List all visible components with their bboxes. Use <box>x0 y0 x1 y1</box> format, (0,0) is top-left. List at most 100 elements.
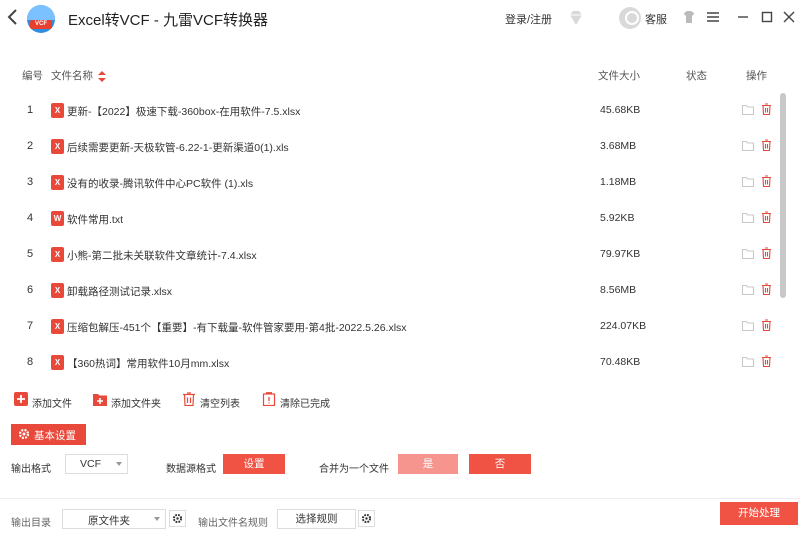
data-source-settings-button[interactable]: 设置 <box>223 454 285 474</box>
menu-icon[interactable] <box>704 8 722 26</box>
folder-open-icon[interactable] <box>742 284 754 295</box>
gear-icon <box>172 513 183 524</box>
table-row[interactable]: 4 W 软件常用.txt 5.92KB <box>0 201 780 237</box>
output-dir-select[interactable]: 原文件夹 <box>62 509 166 529</box>
row-filesize: 79.97KB <box>600 248 641 260</box>
logo-sky <box>27 5 55 20</box>
header-index: 编号 <box>22 70 43 82</box>
back-button[interactable] <box>4 7 22 29</box>
output-dir-settings-button[interactable] <box>169 510 186 527</box>
rule-settings-button[interactable] <box>358 510 375 527</box>
chevron-down-icon <box>116 462 122 466</box>
row-filename: 【360热词】常用软件10月mm.xlsx <box>67 358 230 370</box>
file-table-header: 编号 文件名称 文件大小 状态 操作 <box>0 62 800 86</box>
list-scrollbar[interactable] <box>780 93 786 298</box>
row-filename: 小熊-第二批未关联软件文章统计-7.4.xlsx <box>67 250 257 262</box>
folder-open-icon[interactable] <box>742 140 754 151</box>
minimize-icon[interactable] <box>734 8 752 26</box>
excel-file-icon: X <box>51 355 64 370</box>
service-avatar-icon[interactable] <box>619 7 641 29</box>
row-filename: 没有的收录-腾讯软件中心PC软件 (1).xls <box>67 178 254 190</box>
title-bar: VCF Excel转VCF - 九雷VCF转换器 登录/注册 客服 <box>0 0 800 38</box>
close-icon[interactable] <box>780 8 798 26</box>
folder-open-icon[interactable] <box>742 176 754 187</box>
divider <box>0 498 800 499</box>
excel-file-icon: X <box>51 319 64 334</box>
header-filename-label: 文件名称 <box>51 70 93 82</box>
row-filename: 卸载路径测试记录.xlsx <box>67 286 172 298</box>
output-format-label: 输出格式 <box>11 464 51 475</box>
add-folder-button[interactable]: 添加文件夹 <box>93 391 163 411</box>
merge-yes-button[interactable]: 是 <box>398 454 458 474</box>
table-row[interactable]: 7 X 压缩包解压-451个【重要】-有下载量-软件管家要用-第4批-2022.… <box>0 309 780 345</box>
trash-icon[interactable] <box>761 103 772 115</box>
row-filename: 后续需要更新-天极软管-6.22-1-更新渠道0(1).xls <box>67 142 289 154</box>
table-row[interactable]: 3 X 没有的收录-腾讯软件中心PC软件 (1).xls 1.18MB <box>0 165 780 201</box>
folder-open-icon[interactable] <box>742 212 754 223</box>
trash-icon[interactable] <box>761 175 772 187</box>
add-folder-icon <box>93 394 107 406</box>
row-filesize: 45.68KB <box>600 104 641 116</box>
table-row[interactable]: 5 X 小熊-第二批未关联软件文章统计-7.4.xlsx 79.97KB <box>0 237 780 273</box>
table-row[interactable]: 1 X 更新-【2022】极速下载-360box-在用软件-7.5.xlsx 4… <box>0 93 780 129</box>
clear-completed-icon <box>262 392 276 406</box>
add-file-button[interactable]: 添加文件 <box>14 391 74 411</box>
output-format-select[interactable]: VCF <box>65 454 128 474</box>
logo-tag: VCF <box>30 20 52 29</box>
text-file-icon: W <box>51 211 64 226</box>
customer-service-link[interactable]: 客服 <box>645 11 667 27</box>
row-index: 1 <box>27 104 34 116</box>
row-index: 6 <box>27 284 34 296</box>
row-index: 5 <box>27 248 34 260</box>
app-logo: VCF <box>27 5 55 33</box>
add-file-label: 添加文件 <box>32 399 72 410</box>
select-rule-button[interactable]: 选择规则 <box>277 509 356 529</box>
add-file-icon <box>14 392 28 406</box>
clear-completed-button[interactable]: 清除已完成 <box>262 391 332 411</box>
row-filename: 更新-【2022】极速下载-360box-在用软件-7.5.xlsx <box>67 106 301 118</box>
trash-icon <box>183 392 195 406</box>
trash-icon[interactable] <box>761 247 772 259</box>
trash-icon[interactable] <box>761 211 772 223</box>
folder-open-icon[interactable] <box>742 104 754 115</box>
trash-icon[interactable] <box>761 319 772 331</box>
clear-list-button[interactable]: 清空列表 <box>182 391 242 411</box>
row-filesize: 5.92KB <box>600 212 635 224</box>
basic-settings-label: 基本设置 <box>34 430 76 442</box>
output-dir-value: 原文件夹 <box>88 515 130 527</box>
output-dir-label: 输出目录 <box>11 518 51 529</box>
row-index: 2 <box>27 140 34 152</box>
trash-icon[interactable] <box>761 355 772 367</box>
diamond-vip-icon[interactable] <box>567 9 585 27</box>
merge-no-button[interactable]: 否 <box>469 454 531 474</box>
row-filesize: 8.56MB <box>600 284 637 296</box>
trash-icon[interactable] <box>761 283 772 295</box>
start-processing-button[interactable]: 开始处理 <box>720 502 798 525</box>
file-list: 1 X 更新-【2022】极速下载-360box-在用软件-7.5.xlsx 4… <box>0 93 780 379</box>
output-format-value: VCF <box>80 458 101 470</box>
sort-icon[interactable] <box>97 70 106 82</box>
maximize-icon[interactable] <box>758 8 776 26</box>
gear-icon <box>18 428 30 440</box>
table-row[interactable]: 8 X 【360热词】常用软件10月mm.xlsx 70.48KB <box>0 345 780 381</box>
row-filesize: 3.68MB <box>600 140 637 152</box>
header-action: 操作 <box>746 70 767 82</box>
folder-open-icon[interactable] <box>742 248 754 259</box>
row-filesize: 224.07KB <box>600 320 647 332</box>
row-filesize: 70.48KB <box>600 356 641 368</box>
table-row[interactable]: 2 X 后续需要更新-天极软管-6.22-1-更新渠道0(1).xls 3.68… <box>0 129 780 165</box>
table-row[interactable]: 6 X 卸载路径测试记录.xlsx 8.56MB <box>0 273 780 309</box>
login-register-link[interactable]: 登录/注册 <box>505 11 552 27</box>
chevron-down-icon <box>154 517 160 521</box>
row-filesize: 1.18MB <box>600 176 637 188</box>
folder-open-icon[interactable] <box>742 320 754 331</box>
merge-label: 合并为一个文件 <box>319 464 389 475</box>
skin-shirt-icon[interactable] <box>680 8 698 26</box>
trash-icon[interactable] <box>761 139 772 151</box>
row-index: 4 <box>27 212 34 224</box>
row-filename: 软件常用.txt <box>67 214 124 226</box>
row-filename: 压缩包解压-451个【重要】-有下载量-软件管家要用-第4批-2022.5.26… <box>67 322 407 334</box>
folder-open-icon[interactable] <box>742 356 754 367</box>
basic-settings-button[interactable]: 基本设置 <box>11 424 86 445</box>
header-filename[interactable]: 文件名称 <box>51 68 106 83</box>
